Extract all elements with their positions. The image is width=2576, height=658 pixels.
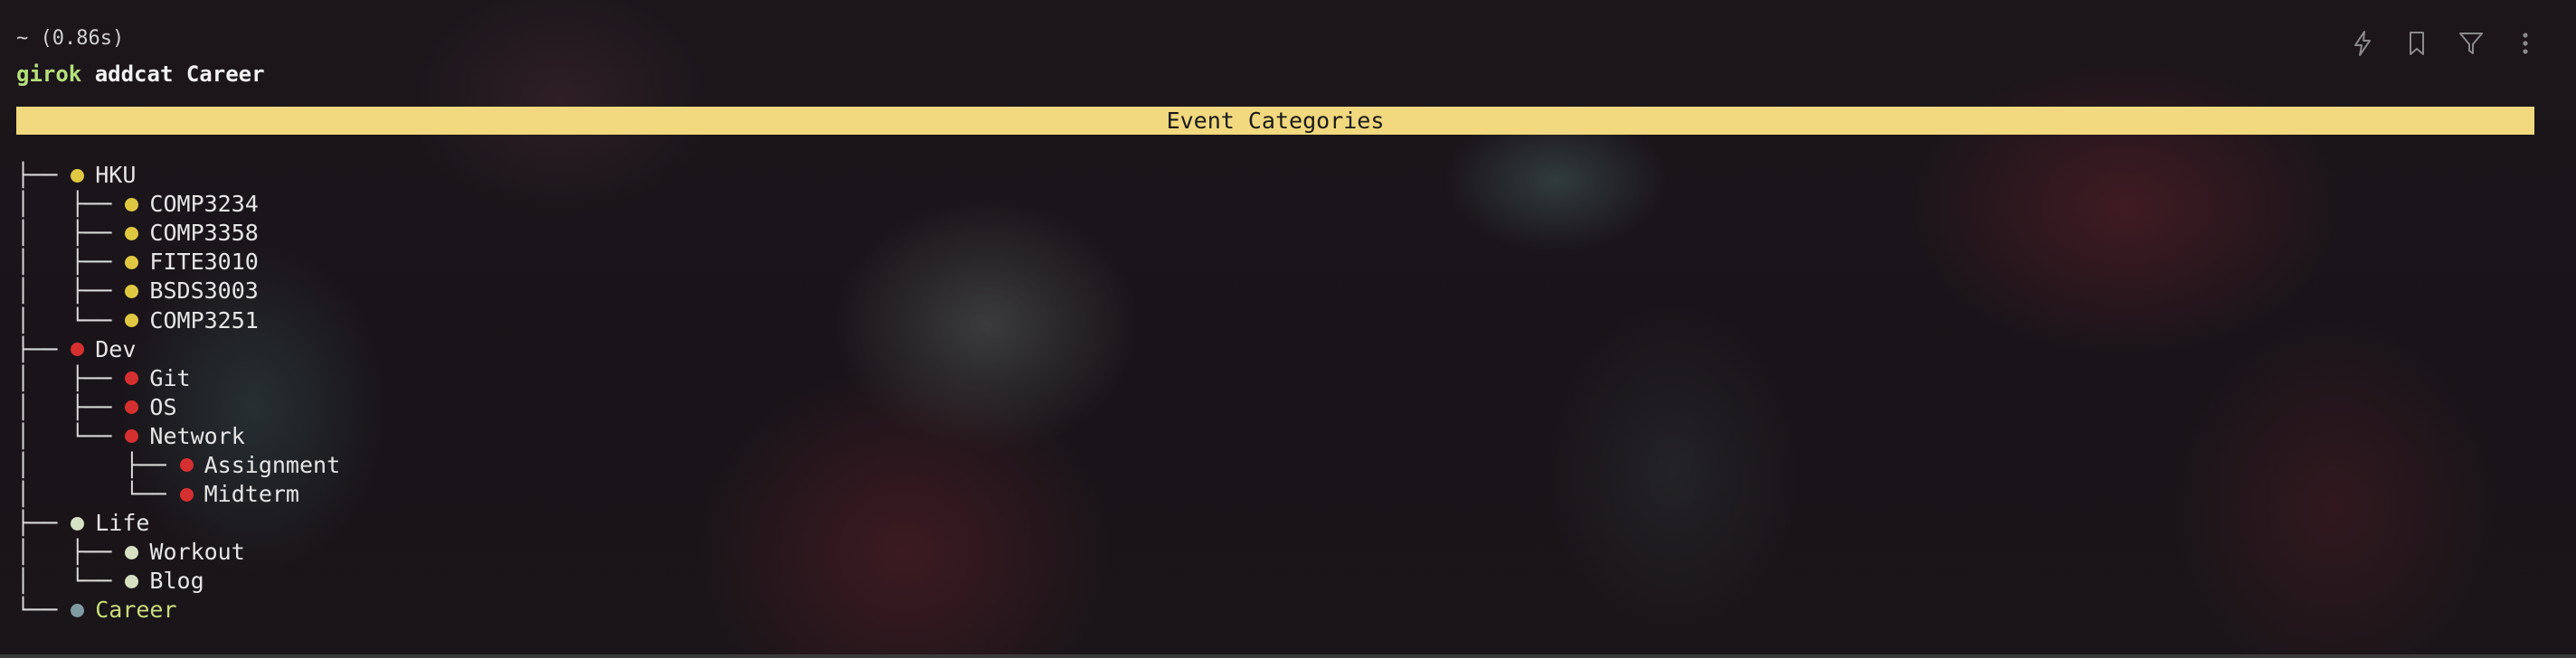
tree-guide: │ └── — [16, 481, 180, 508]
tree-row: │ ├── Workout — [16, 538, 340, 567]
tree-row: │ └── Blog — [16, 567, 340, 596]
tree-guide: │ ├── — [16, 277, 126, 305]
tree-guide: │ └── — [16, 306, 126, 334]
category-color-dot — [125, 314, 139, 328]
category-color-dot — [71, 603, 85, 617]
command-timing: ~ (0.86s) — [16, 27, 125, 50]
category-color-dot — [125, 255, 139, 269]
command-line[interactable]: girok addcat Career — [16, 61, 265, 87]
category-color-dot — [125, 400, 139, 415]
category-color-dot — [125, 574, 139, 588]
tree-row: │ ├── BSDS3003 — [16, 277, 340, 306]
block-toolbar — [2348, 27, 2540, 60]
window-bottom-edge — [0, 654, 2576, 658]
category-label: BSDS3003 — [149, 277, 259, 305]
tree-row: │ └── Midterm — [16, 480, 340, 509]
category-label: Git — [149, 364, 191, 391]
bookmark-button[interactable] — [2402, 27, 2431, 60]
category-tree: ├── HKU │ ├── COMP3234 │ ├── COMP3358 │ ├──… — [16, 161, 340, 625]
category-label: Assignment — [204, 451, 341, 478]
category-color-dot — [125, 429, 139, 444]
tree-guide: │ ├── — [16, 451, 180, 478]
tree-row: │ ├── Assignment — [16, 451, 340, 480]
category-label: COMP3234 — [149, 191, 259, 218]
filter-button[interactable] — [2457, 27, 2486, 60]
category-label: Blog — [149, 568, 204, 595]
tree-guide: └── — [16, 597, 71, 624]
command-args: addcat Career — [94, 61, 265, 87]
category-color-dot — [125, 197, 139, 212]
category-color-dot — [71, 343, 85, 357]
category-label: Workout — [149, 539, 245, 566]
tree-row: │ ├── COMP3358 — [16, 219, 340, 248]
tree-guide: │ └── — [16, 422, 126, 449]
tree-row: │ ├── COMP3234 — [16, 190, 340, 219]
category-color-dot — [125, 226, 139, 240]
category-color-dot — [179, 487, 194, 502]
category-color-dot — [71, 516, 85, 531]
command-program: girok — [16, 61, 82, 87]
category-color-dot — [71, 168, 85, 183]
tree-guide: │ ├── — [16, 191, 126, 218]
category-label: Midterm — [204, 481, 299, 508]
tree-guide: │ ├── — [16, 249, 126, 276]
tree-row: │ └── Network — [16, 422, 340, 451]
tree-row: │ └── COMP3251 — [16, 306, 340, 334]
tree-guide: │ ├── — [16, 220, 126, 247]
filter-icon — [2459, 33, 2483, 54]
tree-guide: │ ├── — [16, 539, 126, 566]
tree-guide: ├── — [16, 335, 71, 362]
tree-row: └── Career — [16, 596, 340, 625]
tree-row: ├── Life — [16, 509, 340, 538]
tree-guide: ├── — [16, 510, 71, 537]
category-color-dot — [125, 545, 139, 559]
lightning-icon — [2354, 31, 2371, 56]
tree-guide: │ ├── — [16, 393, 126, 420]
tree-row: │ ├── FITE3010 — [16, 248, 340, 277]
category-label: Network — [149, 422, 245, 449]
background-wallpaper — [0, 0, 2576, 658]
tree-row: │ ├── Git — [16, 364, 340, 393]
tree-guide: │ ├── — [16, 364, 126, 391]
tree-row: ├── HKU — [16, 161, 340, 190]
category-label: COMP3251 — [149, 306, 259, 334]
category-label: Life — [95, 510, 150, 537]
tree-guide: ├── — [16, 162, 71, 189]
category-color-dot — [179, 458, 194, 473]
lightning-button[interactable] — [2348, 27, 2377, 60]
category-color-dot — [125, 284, 139, 298]
tree-row: ├── Dev — [16, 335, 340, 364]
tree-row: │ ├── OS — [16, 393, 340, 422]
more-vertical-icon — [2523, 33, 2528, 54]
category-label: FITE3010 — [149, 249, 259, 276]
category-label: Dev — [95, 335, 137, 362]
category-label: COMP3358 — [149, 220, 259, 247]
bookmark-icon — [2410, 32, 2424, 55]
category-color-dot — [125, 371, 139, 386]
category-label: HKU — [95, 162, 137, 189]
category-label: OS — [149, 393, 177, 420]
tree-guide: │ └── — [16, 568, 126, 595]
more-button[interactable] — [2511, 27, 2540, 60]
category-label: Career — [95, 597, 177, 624]
panel-title: Event Categories — [16, 107, 2534, 135]
